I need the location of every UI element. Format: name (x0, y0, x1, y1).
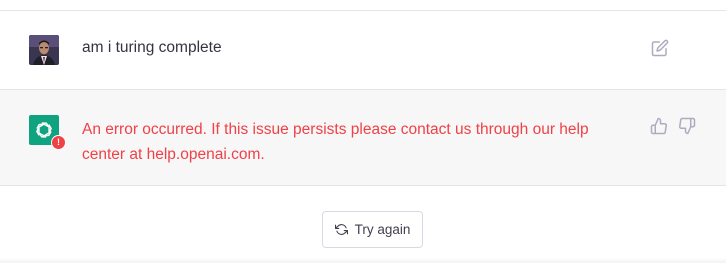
edit-icon[interactable] (651, 39, 669, 57)
try-again-button[interactable]: Try again (322, 211, 423, 248)
refresh-icon (334, 223, 348, 236)
bottom-fade (0, 258, 726, 263)
user-message-row: am i turing complete (0, 11, 726, 89)
try-again-label: Try again (354, 222, 411, 237)
thumbs-up-icon[interactable] (650, 117, 668, 135)
assistant-message-row: ! An error occurred. If this issue persi… (0, 89, 726, 186)
error-status-badge: ! (51, 135, 66, 150)
thumbs-down-icon[interactable] (678, 117, 696, 135)
user-message-text: am i turing complete (82, 39, 222, 56)
user-avatar (29, 35, 59, 65)
error-message-text: An error occurred. If this issue persist… (82, 121, 589, 163)
